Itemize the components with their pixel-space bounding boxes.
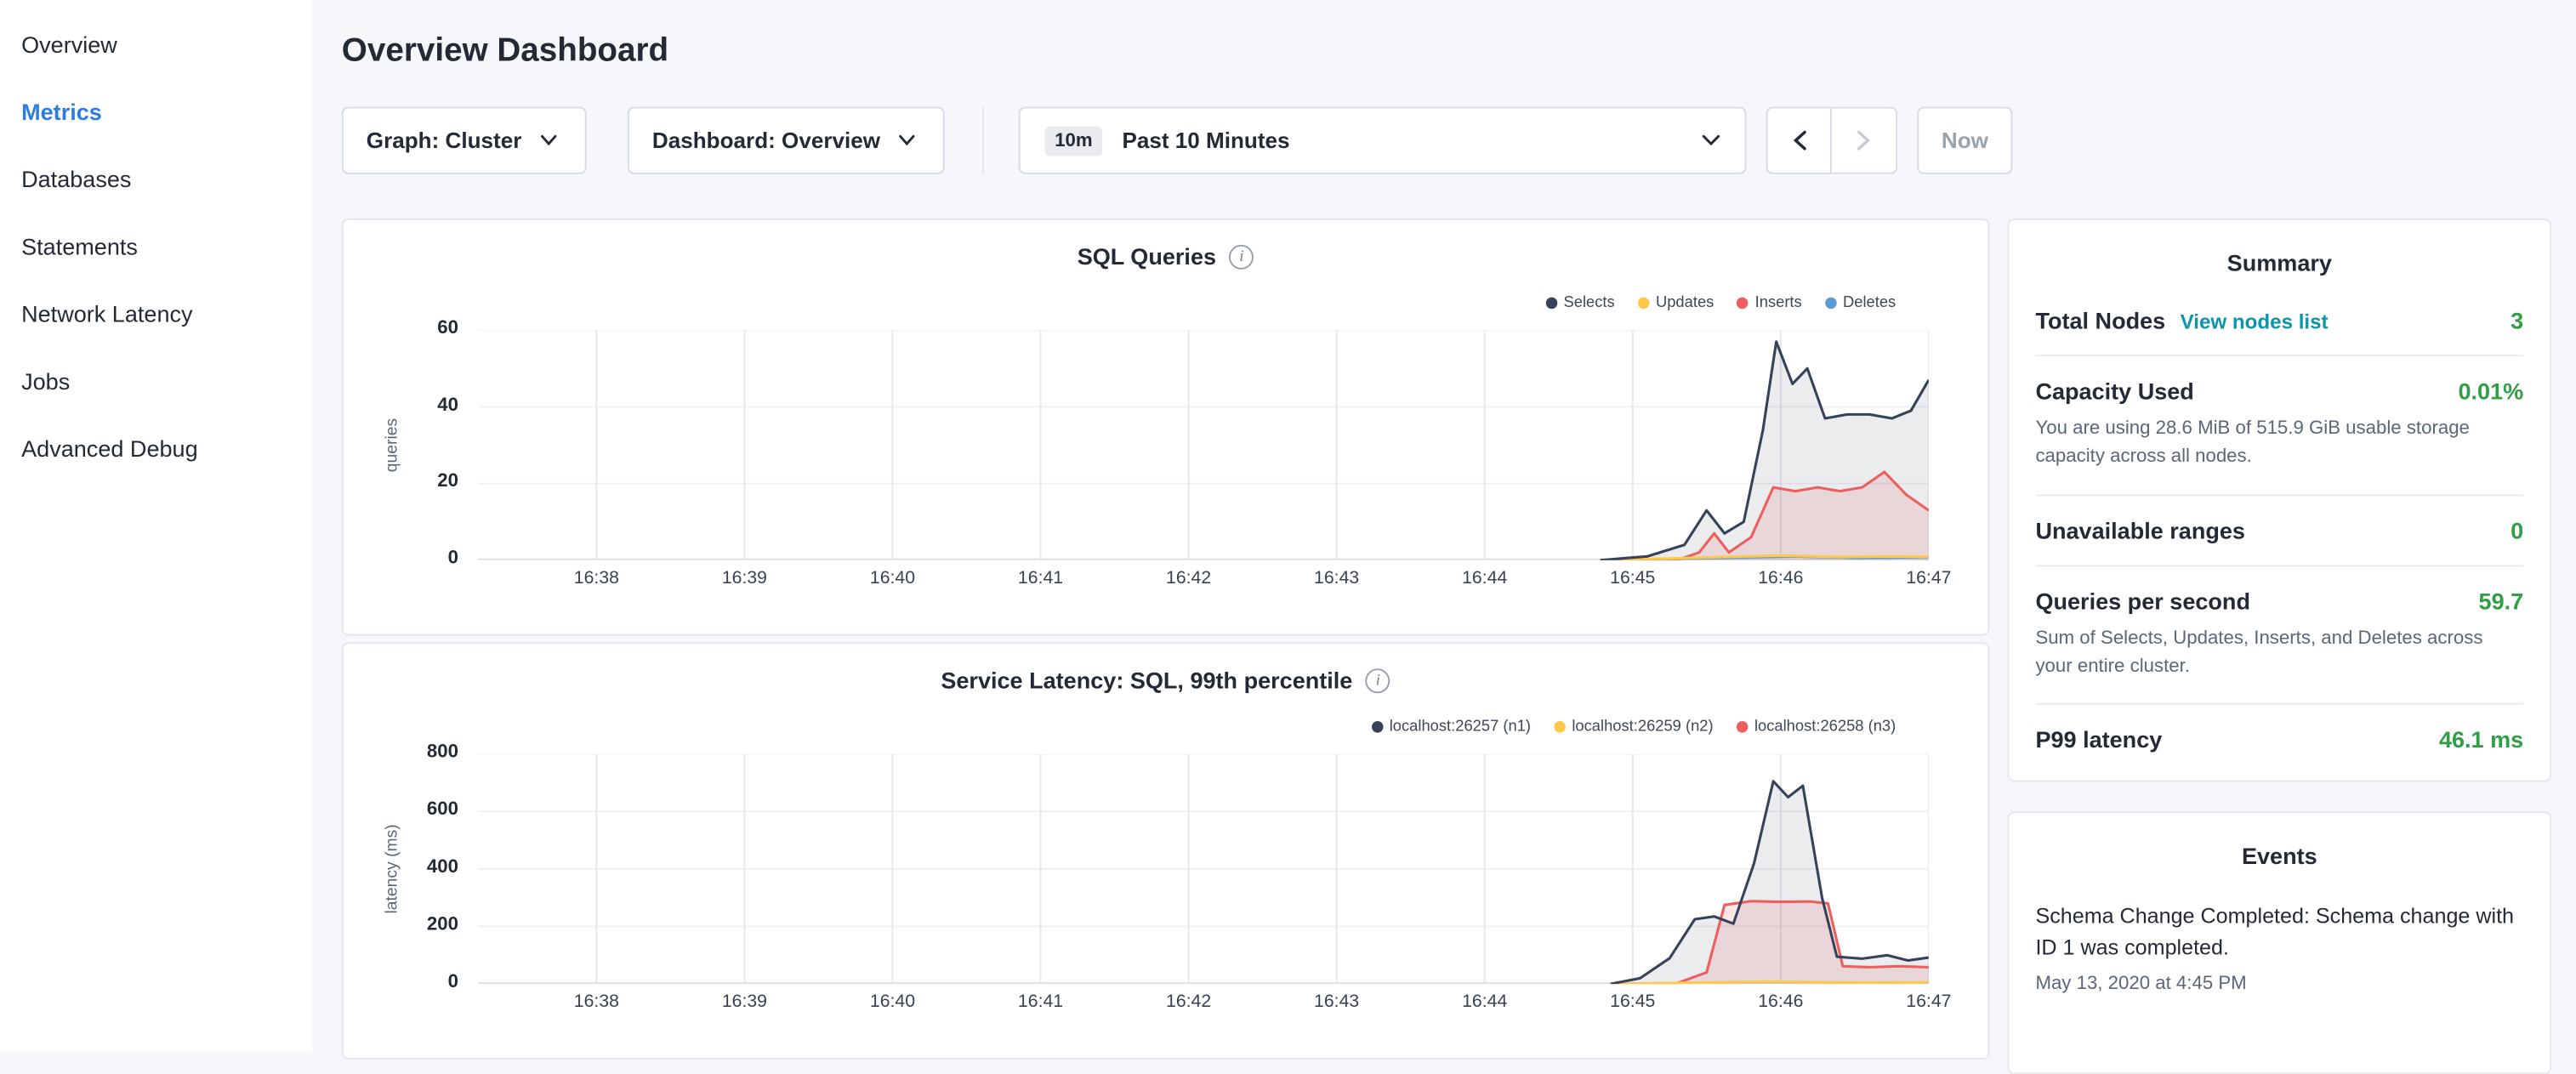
chart-plot[interactable] bbox=[478, 330, 1929, 560]
x-tick-label: 16:47 bbox=[1888, 992, 1970, 1012]
sql-queries-chart-card: SQL Queries i SelectsUpdatesInsertsDelet… bbox=[342, 219, 1990, 636]
time-range-label: Past 10 Minutes bbox=[1122, 128, 1289, 153]
y-tick-label: 40 bbox=[344, 395, 458, 415]
y-axis-title: queries bbox=[384, 418, 401, 472]
summary-row-total-nodes: Total Nodes View nodes list 3 bbox=[2035, 286, 2523, 356]
toolbar-divider bbox=[982, 107, 984, 174]
summary-row-p99-latency: P99 latency 46.1 ms bbox=[2035, 705, 2523, 774]
x-tick-label: 16:46 bbox=[1740, 568, 1823, 588]
y-tick-label: 800 bbox=[344, 742, 458, 762]
view-nodes-list-link[interactable]: View nodes list bbox=[2181, 310, 2329, 333]
y-tick-label: 200 bbox=[344, 915, 458, 935]
x-tick-label: 16:39 bbox=[703, 992, 786, 1012]
graph-scope-dropdown-label: Graph: Cluster bbox=[367, 128, 522, 153]
y-tick-label: 0 bbox=[344, 548, 458, 568]
summary-label: P99 latency bbox=[2035, 726, 2162, 753]
y-tick-label: 400 bbox=[344, 857, 458, 877]
event-timestamp: May 13, 2020 at 4:45 PM bbox=[2035, 974, 2523, 1009]
chevron-down-icon bbox=[1702, 134, 1720, 146]
sidebar-item-overview[interactable]: Overview bbox=[21, 10, 312, 77]
summary-value: 46.1 ms bbox=[2439, 726, 2523, 753]
chevron-left-icon bbox=[1792, 130, 1806, 151]
time-back-button[interactable] bbox=[1766, 107, 1832, 174]
x-tick-label: 16:45 bbox=[1591, 568, 1674, 588]
y-tick-label: 60 bbox=[344, 319, 458, 338]
x-tick-label: 16:38 bbox=[555, 568, 638, 588]
summary-value: 0.01% bbox=[2458, 378, 2523, 404]
toolbar: Graph: Cluster Dashboard: Overview 10m P… bbox=[342, 107, 2576, 174]
sidebar-item-statements[interactable]: Statements bbox=[21, 212, 312, 279]
chevron-down-icon bbox=[540, 134, 556, 146]
time-step-buttons bbox=[1766, 107, 1898, 174]
now-button[interactable]: Now bbox=[1917, 107, 2012, 174]
x-tick-label: 16:39 bbox=[703, 568, 786, 588]
service-latency-chart-card: Service Latency: SQL, 99th percentile i … bbox=[342, 642, 1990, 1060]
app-window: Overview Metrics Databases Statements Ne… bbox=[0, 0, 2576, 1051]
summary-label: Capacity Used bbox=[2035, 378, 2193, 404]
right-column: Summary Total Nodes View nodes list 3 Ca… bbox=[2008, 219, 2551, 1074]
summary-label: Unavailable ranges bbox=[2035, 517, 2245, 543]
x-tick-label: 16:44 bbox=[1443, 568, 1526, 588]
summary-description: Sum of Selects, Updates, Inserts, and De… bbox=[2035, 625, 2523, 682]
summary-label: Total Nodes bbox=[2035, 307, 2165, 333]
chart-plot-area[interactable]: queries 0 20 40 60 16:38 16:39 16:40 16:41 16:42 1… bbox=[344, 220, 1988, 634]
y-tick-label: 600 bbox=[344, 800, 458, 820]
summary-row-capacity-used: Capacity Used 0.01% You are using 28.6 M… bbox=[2035, 356, 2523, 495]
summary-title: Summary bbox=[2035, 220, 2523, 286]
app-root: Overview Metrics Databases Statements Ne… bbox=[0, 0, 2576, 1051]
sidebar-nav: Overview Metrics Databases Statements Ne… bbox=[21, 10, 312, 481]
y-tick-label: 20 bbox=[344, 472, 458, 492]
chevron-down-icon bbox=[898, 134, 914, 146]
charts-column: SQL Queries i SelectsUpdatesInsertsDelet… bbox=[342, 219, 1990, 1060]
summary-label: Queries per second bbox=[2035, 588, 2250, 614]
graph-scope-dropdown[interactable]: Graph: Cluster bbox=[342, 107, 587, 174]
x-tick-label: 16:43 bbox=[1295, 992, 1378, 1012]
summary-row-unavailable-ranges: Unavailable ranges 0 bbox=[2035, 495, 2523, 565]
x-tick-label: 16:45 bbox=[1591, 992, 1674, 1012]
main-content: Overview Dashboard Graph: Cluster Dashbo… bbox=[312, 0, 2576, 1051]
sidebar-item-advanced-debug[interactable]: Advanced Debug bbox=[21, 414, 312, 481]
x-tick-label: 16:43 bbox=[1295, 568, 1378, 588]
sidebar-item-network-latency[interactable]: Network Latency bbox=[21, 279, 312, 346]
sidebar: Overview Metrics Databases Statements Ne… bbox=[0, 0, 312, 1051]
time-range-badge: 10m bbox=[1045, 126, 1103, 156]
dashboard-content: SQL Queries i SelectsUpdatesInsertsDelet… bbox=[342, 219, 2576, 1074]
time-forward-button[interactable] bbox=[1832, 107, 1897, 174]
chevron-right-icon bbox=[1857, 130, 1871, 151]
summary-panel: Summary Total Nodes View nodes list 3 Ca… bbox=[2008, 219, 2551, 782]
x-tick-label: 16:46 bbox=[1740, 992, 1823, 1012]
summary-row-queries-per-second: Queries per second 59.7 Sum of Selects, … bbox=[2035, 565, 2523, 704]
x-tick-label: 16:42 bbox=[1147, 992, 1230, 1012]
dashboard-dropdown[interactable]: Dashboard: Overview bbox=[628, 107, 945, 174]
events-title: Events bbox=[2035, 813, 2523, 878]
sidebar-item-metrics[interactable]: Metrics bbox=[21, 77, 312, 145]
summary-description: You are using 28.6 MiB of 515.9 GiB usab… bbox=[2035, 416, 2523, 473]
x-tick-label: 16:42 bbox=[1147, 568, 1230, 588]
chart-plot[interactable] bbox=[478, 754, 1929, 984]
sidebar-item-databases[interactable]: Databases bbox=[21, 145, 312, 212]
x-tick-label: 16:38 bbox=[555, 992, 638, 1012]
event-item[interactable]: Schema Change Completed: Schema change w… bbox=[2035, 902, 2523, 964]
x-tick-label: 16:44 bbox=[1443, 992, 1526, 1012]
sidebar-item-jobs[interactable]: Jobs bbox=[21, 347, 312, 414]
y-tick-label: 0 bbox=[344, 973, 458, 992]
summary-value: 59.7 bbox=[2479, 588, 2524, 614]
summary-value: 3 bbox=[2511, 307, 2523, 333]
time-range-dropdown[interactable]: 10m Past 10 Minutes bbox=[1019, 107, 1747, 174]
x-tick-label: 16:47 bbox=[1888, 568, 1970, 588]
x-tick-label: 16:41 bbox=[999, 568, 1082, 588]
x-tick-label: 16:40 bbox=[851, 568, 934, 588]
events-panel: Events Schema Change Completed: Schema c… bbox=[2008, 811, 2551, 1074]
x-tick-label: 16:40 bbox=[851, 992, 934, 1012]
chart-plot-area[interactable]: latency (ms)020040060080016:3816:3916:40… bbox=[344, 644, 1988, 1058]
summary-value: 0 bbox=[2511, 517, 2523, 543]
dashboard-dropdown-label: Dashboard: Overview bbox=[652, 128, 880, 153]
page-title: Overview Dashboard bbox=[342, 31, 2576, 71]
x-tick-label: 16:41 bbox=[999, 992, 1082, 1012]
